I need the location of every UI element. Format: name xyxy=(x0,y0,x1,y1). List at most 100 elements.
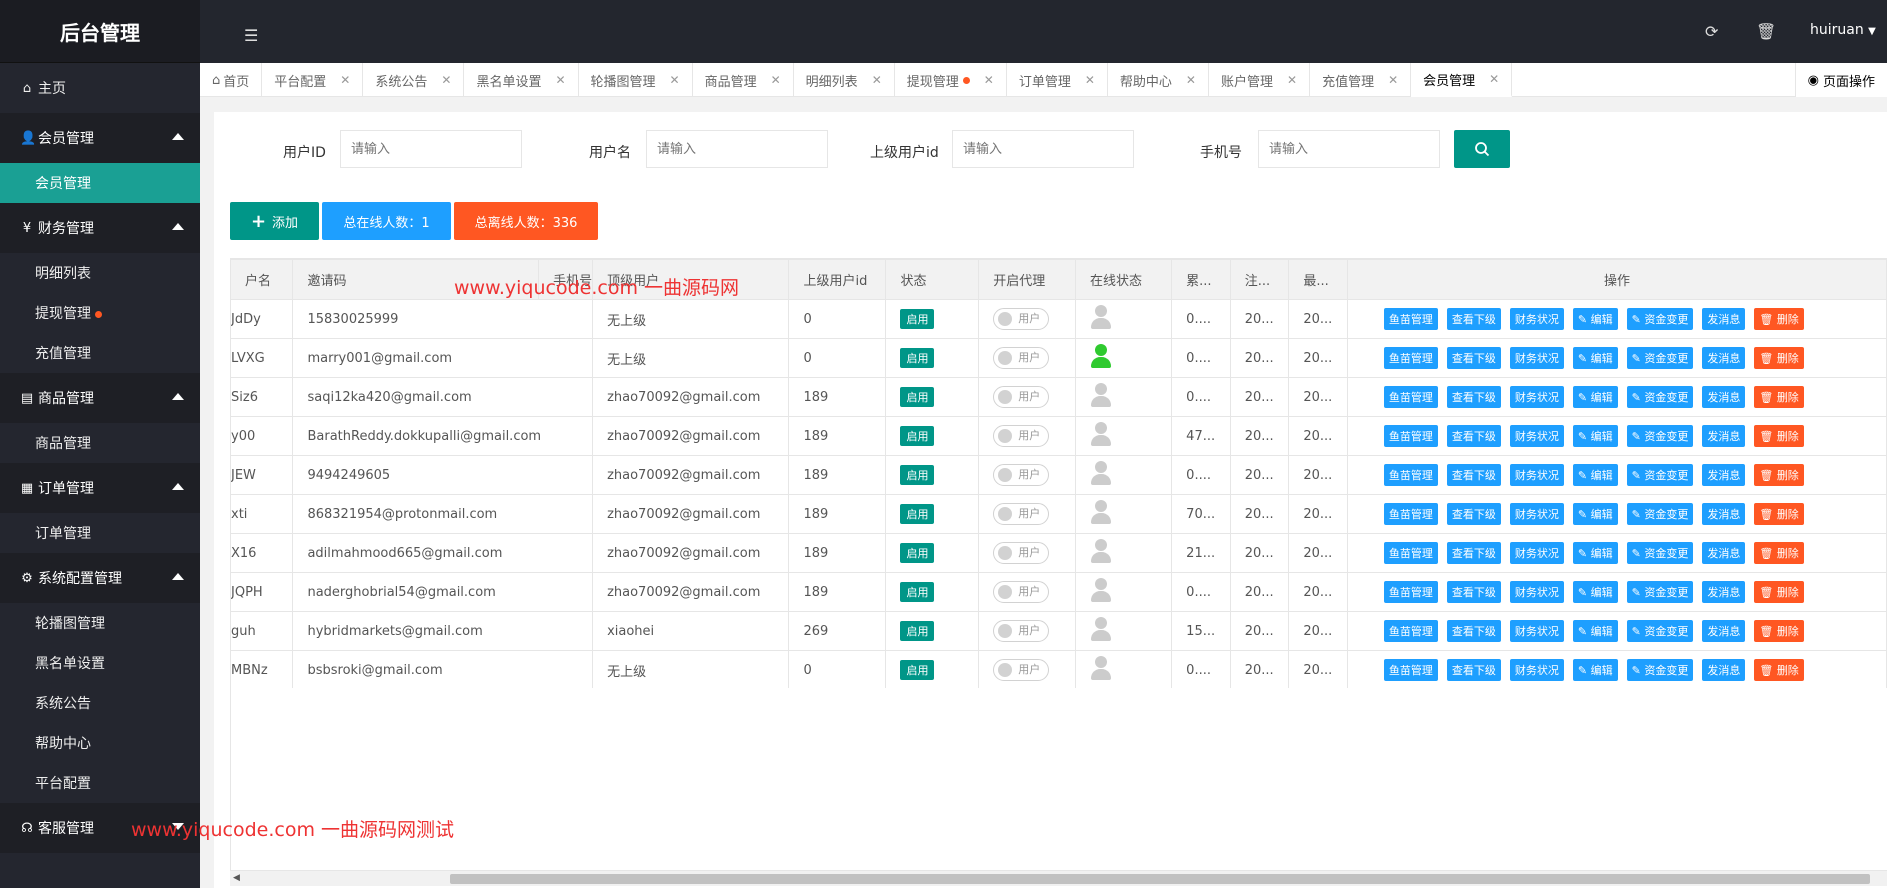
online-count-button[interactable]: 总在线人数：1 xyxy=(322,202,451,240)
sidebar-item-4-1[interactable]: 黑名单设置 xyxy=(0,643,200,683)
action-button-3[interactable]: ✎ 编辑 xyxy=(1572,347,1618,369)
tab-6[interactable]: 明细列表 ✕ xyxy=(794,63,895,97)
proxy-toggle[interactable]: 用户 xyxy=(993,542,1050,564)
search-input-phone[interactable] xyxy=(1258,130,1440,168)
proxy-toggle[interactable]: 用户 xyxy=(993,503,1050,525)
action-button-5[interactable]: 发消息 xyxy=(1702,659,1746,681)
action-button-4[interactable]: ✎ 资金变更 xyxy=(1626,425,1694,447)
close-icon[interactable]: ✕ xyxy=(1186,73,1196,87)
action-button-5[interactable]: 发消息 xyxy=(1702,464,1746,486)
refresh-icon[interactable]: ⟳ xyxy=(1705,22,1718,41)
action-button-3[interactable]: ✎ 编辑 xyxy=(1572,425,1618,447)
scroll-left-icon[interactable]: ◀ xyxy=(233,873,240,883)
action-button-1[interactable]: 查看下级 xyxy=(1446,425,1501,447)
sidebar-group-1[interactable]: ¥ 财务管理 xyxy=(0,203,200,253)
sidebar-item-4-2[interactable]: 系统公告 xyxy=(0,683,200,723)
tab-1[interactable]: 平台配置 ✕ xyxy=(262,63,364,97)
action-button-1[interactable]: 查看下级 xyxy=(1446,503,1501,525)
action-button-3[interactable]: ✎ 编辑 xyxy=(1572,503,1618,525)
action-button-0[interactable]: 鱼苗管理 xyxy=(1383,659,1438,681)
tab-5[interactable]: 商品管理 ✕ xyxy=(693,63,794,97)
action-button-6[interactable]: 🗑 删除 xyxy=(1754,347,1804,369)
close-icon[interactable]: ✕ xyxy=(771,73,781,87)
action-button-2[interactable]: 财务状况 xyxy=(1509,386,1564,408)
action-button-1[interactable]: 查看下级 xyxy=(1446,347,1501,369)
offline-count-button[interactable]: 总离线人数：336 xyxy=(454,202,598,240)
action-button-2[interactable]: 财务状况 xyxy=(1509,308,1564,330)
action-button-2[interactable]: 财务状况 xyxy=(1509,581,1564,603)
search-input-parentid[interactable] xyxy=(952,130,1134,168)
sidebar-item-2-0[interactable]: 商品管理 xyxy=(0,423,200,463)
action-button-5[interactable]: 发消息 xyxy=(1702,425,1746,447)
action-button-0[interactable]: 鱼苗管理 xyxy=(1383,542,1438,564)
column-header-11[interactable]: 操作 xyxy=(1346,259,1887,300)
column-header-10[interactable]: 最... xyxy=(1288,259,1348,300)
action-button-2[interactable]: 财务状况 xyxy=(1509,425,1564,447)
proxy-toggle[interactable]: 用户 xyxy=(993,581,1050,603)
action-button-1[interactable]: 查看下级 xyxy=(1446,620,1501,642)
action-button-1[interactable]: 查看下级 xyxy=(1446,386,1501,408)
close-icon[interactable]: ✕ xyxy=(1489,72,1499,86)
sidebar-group-3[interactable]: ▦ 订单管理 xyxy=(0,463,200,513)
proxy-toggle[interactable]: 用户 xyxy=(993,659,1050,681)
close-icon[interactable]: ✕ xyxy=(984,73,994,87)
tab-3[interactable]: 黑名单设置 ✕ xyxy=(464,63,579,97)
tab-7[interactable]: 提现管理 ✕ xyxy=(895,63,1007,97)
action-button-3[interactable]: ✎ 编辑 xyxy=(1572,620,1618,642)
action-button-4[interactable]: ✎ 资金变更 xyxy=(1626,542,1694,564)
tab-10[interactable]: 账户管理 ✕ xyxy=(1209,63,1311,97)
close-icon[interactable]: ✕ xyxy=(872,73,882,87)
action-button-1[interactable]: 查看下级 xyxy=(1446,659,1501,681)
action-button-1[interactable]: 查看下级 xyxy=(1446,581,1501,603)
action-button-3[interactable]: ✎ 编辑 xyxy=(1572,464,1618,486)
action-button-4[interactable]: ✎ 资金变更 xyxy=(1626,620,1694,642)
action-button-0[interactable]: 鱼苗管理 xyxy=(1383,581,1438,603)
action-button-6[interactable]: 🗑 删除 xyxy=(1754,581,1804,603)
user-menu[interactable]: huiruan ▼ xyxy=(1810,22,1876,38)
proxy-toggle[interactable]: 用户 xyxy=(993,464,1050,486)
tab-9[interactable]: 帮助中心 ✕ xyxy=(1108,63,1209,97)
action-button-3[interactable]: ✎ 编辑 xyxy=(1572,659,1618,681)
search-button[interactable] xyxy=(1454,130,1510,168)
close-icon[interactable]: ✕ xyxy=(340,73,350,87)
sidebar-item-1-0[interactable]: 明细列表 xyxy=(0,253,200,293)
sidebar-item-4-3[interactable]: 帮助中心 xyxy=(0,723,200,763)
action-button-4[interactable]: ✎ 资金变更 xyxy=(1626,308,1694,330)
column-header-0[interactable]: 户名 xyxy=(230,259,294,300)
close-icon[interactable]: ✕ xyxy=(1287,73,1297,87)
action-button-4[interactable]: ✎ 资金变更 xyxy=(1626,386,1694,408)
action-button-4[interactable]: ✎ 资金变更 xyxy=(1626,464,1694,486)
action-button-0[interactable]: 鱼苗管理 xyxy=(1383,347,1438,369)
horizontal-scrollbar[interactable]: ◀ xyxy=(230,870,1887,886)
menu-toggle-icon[interactable]: ☰ xyxy=(244,26,258,45)
action-button-2[interactable]: 财务状况 xyxy=(1509,347,1564,369)
sidebar-item-4-0[interactable]: 轮播图管理 xyxy=(0,603,200,643)
search-input-username[interactable] xyxy=(646,130,828,168)
action-button-6[interactable]: 🗑 删除 xyxy=(1754,308,1804,330)
column-header-5[interactable]: 状态 xyxy=(885,259,980,300)
column-header-6[interactable]: 开启代理 xyxy=(978,259,1076,300)
action-button-2[interactable]: 财务状况 xyxy=(1509,542,1564,564)
action-button-1[interactable]: 查看下级 xyxy=(1446,464,1501,486)
tab-8[interactable]: 订单管理 ✕ xyxy=(1007,63,1108,97)
sidebar-item-3-0[interactable]: 订单管理 xyxy=(0,513,200,553)
action-button-4[interactable]: ✎ 资金变更 xyxy=(1626,503,1694,525)
action-button-0[interactable]: 鱼苗管理 xyxy=(1383,503,1438,525)
action-button-4[interactable]: ✎ 资金变更 xyxy=(1626,581,1694,603)
proxy-toggle[interactable]: 用户 xyxy=(993,425,1050,447)
action-button-3[interactable]: ✎ 编辑 xyxy=(1572,308,1618,330)
action-button-0[interactable]: 鱼苗管理 xyxy=(1383,308,1438,330)
action-button-5[interactable]: 发消息 xyxy=(1702,347,1746,369)
action-button-1[interactable]: 查看下级 xyxy=(1446,308,1501,330)
close-icon[interactable]: ✕ xyxy=(1085,73,1095,87)
sidebar-item-1-2[interactable]: 充值管理 xyxy=(0,333,200,373)
close-icon[interactable]: ✕ xyxy=(670,73,680,87)
action-button-6[interactable]: 🗑 删除 xyxy=(1754,464,1804,486)
close-icon[interactable]: ✕ xyxy=(555,73,565,87)
action-button-0[interactable]: 鱼苗管理 xyxy=(1383,464,1438,486)
tab-11[interactable]: 充值管理 ✕ xyxy=(1310,63,1412,97)
proxy-toggle[interactable]: 用户 xyxy=(993,347,1050,369)
action-button-6[interactable]: 🗑 删除 xyxy=(1754,503,1804,525)
tab-12[interactable]: 会员管理 ✕ xyxy=(1411,63,1513,97)
search-input-userid[interactable] xyxy=(340,130,522,168)
